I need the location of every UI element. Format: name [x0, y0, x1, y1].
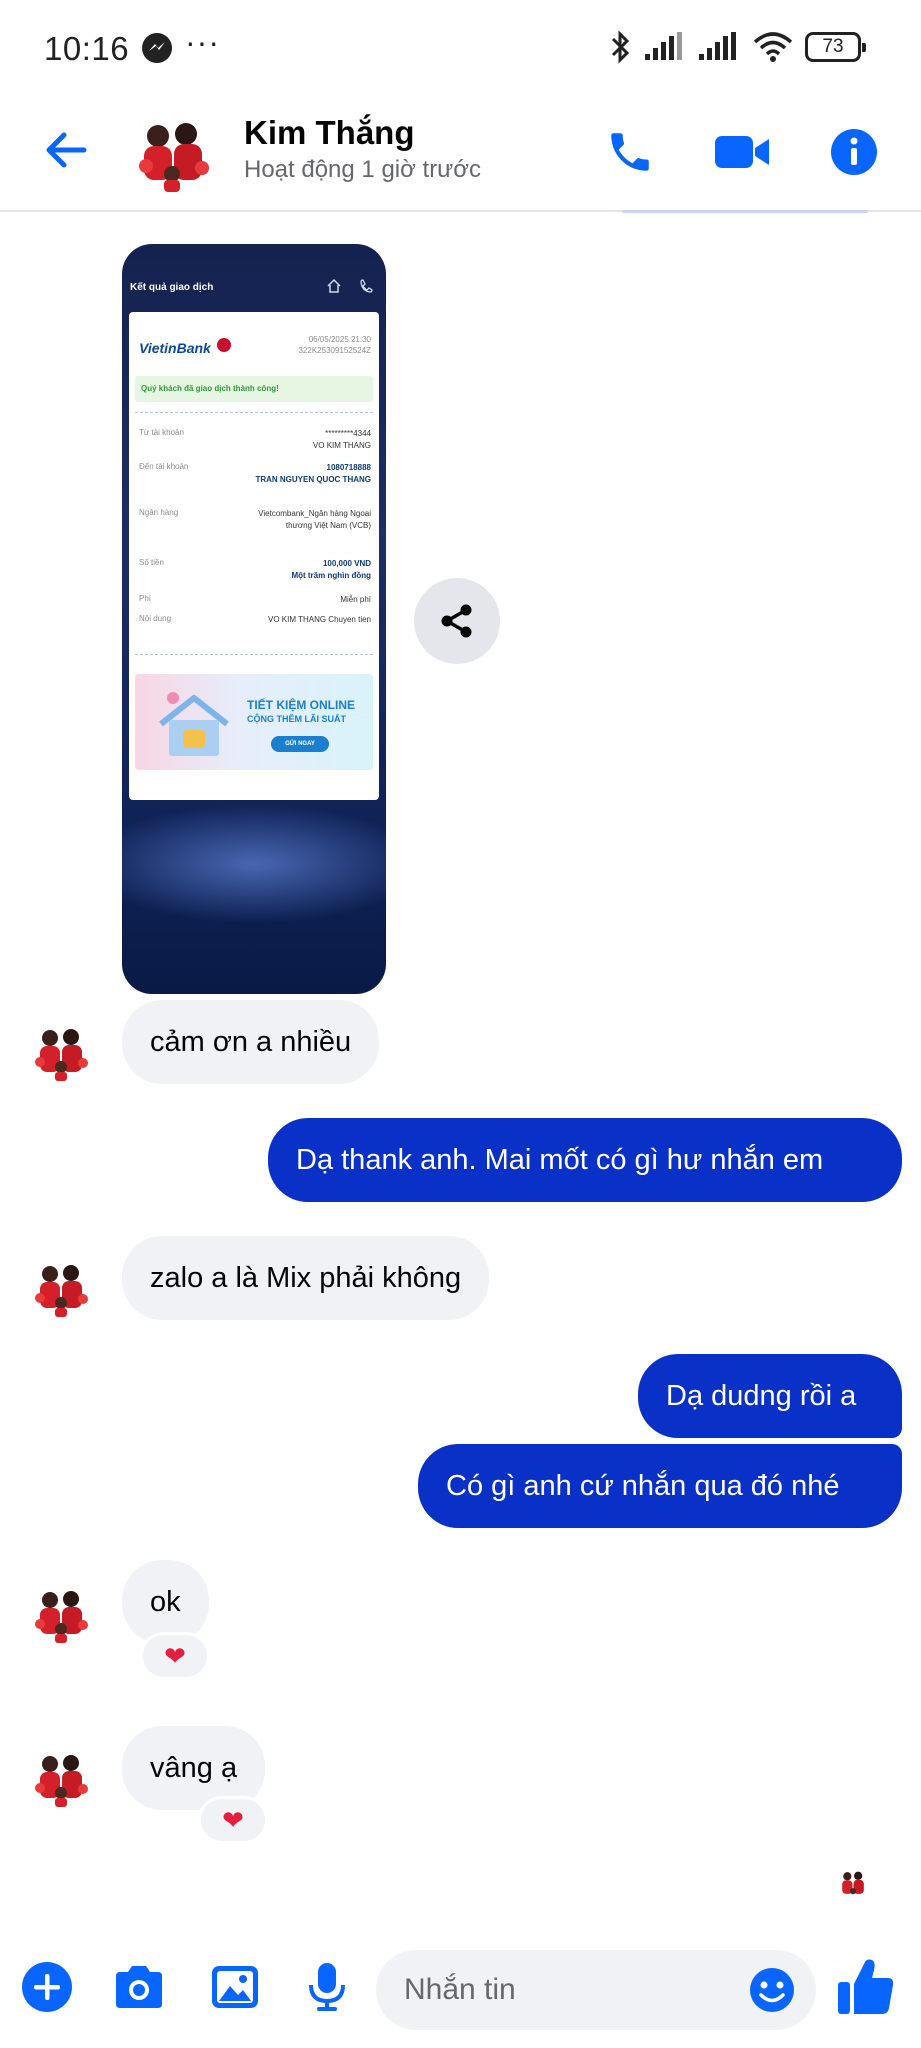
- camera-icon: [116, 1966, 162, 2008]
- message-text: Dạ dudng rồi a: [666, 1380, 857, 1412]
- voice-button[interactable]: [298, 1958, 356, 2016]
- emoji-icon[interactable]: [748, 1966, 796, 2014]
- row-label: Đến tài khoản: [139, 462, 189, 471]
- avatar[interactable]: [28, 1580, 94, 1646]
- call-button[interactable]: [598, 120, 662, 184]
- vietinbank-logo: VietinBank: [139, 340, 211, 356]
- messenger-icon: [142, 33, 172, 63]
- info-button[interactable]: [822, 120, 886, 184]
- share-button[interactable]: [414, 578, 500, 664]
- row-label: Ngân hàng: [139, 508, 179, 517]
- message-bubble-incoming[interactable]: cảm ơn a nhiều: [122, 1000, 380, 1084]
- vietinbank-logo-mark: [217, 338, 231, 352]
- heart-reaction[interactable]: ❤: [140, 1632, 210, 1680]
- row-value: *********4344 VO KIM THANG: [312, 429, 371, 450]
- heart-reaction[interactable]: ❤: [198, 1796, 268, 1844]
- status-time: 10:16: [44, 30, 130, 67]
- wifi-icon: [753, 32, 793, 62]
- avatar[interactable]: [130, 110, 216, 196]
- image-icon: [212, 1966, 258, 2008]
- more-notifications-icon: ···: [185, 24, 220, 60]
- bluetooth-icon: [611, 30, 630, 64]
- receipt-ref: 322K25309152524Z: [298, 346, 371, 355]
- row-label: Số tiền: [139, 558, 164, 567]
- message-text: ok: [150, 1586, 181, 1618]
- thumbs-up-icon[interactable]: [836, 1956, 896, 2018]
- signal-icon: [699, 32, 736, 60]
- avatar[interactable]: [28, 1018, 94, 1084]
- mic-icon: [309, 1963, 345, 2011]
- active-status: Hoạt động 1 giờ trước: [244, 156, 481, 183]
- video-icon: [715, 136, 769, 168]
- receipt-date: 06/05/2025 21:30 322K25309152524Z: [298, 334, 371, 356]
- banner-title: TIẾT KIỆM ONLINE: [247, 698, 355, 712]
- divider: [135, 412, 373, 413]
- back-arrow-icon: [46, 132, 87, 168]
- contact-name[interactable]: Kim Thắng: [244, 114, 415, 152]
- receipt-title: Kết quả giao dịch: [130, 282, 214, 293]
- row-value: 1080718888 TRAN NGUYEN QUOC THANG: [255, 463, 371, 484]
- row-label: Nội dung: [139, 614, 172, 623]
- battery-icon: 73: [805, 32, 866, 62]
- row-value: Vietcombank_Ngân hàng Ngoại thương Việt …: [258, 509, 371, 530]
- message-bubble-incoming[interactable]: zalo a là Mix phải không: [122, 1236, 490, 1320]
- piggy-house-icon: [159, 692, 229, 756]
- share-icon: [441, 604, 472, 638]
- gallery-button[interactable]: [206, 1958, 264, 2016]
- video-call-button[interactable]: [710, 120, 774, 184]
- more-actions-button[interactable]: [18, 1958, 76, 2016]
- divider: [135, 654, 373, 655]
- message-bubble-outgoing[interactable]: Dạ thank anh. Mai mốt có gì hư nhắn em: [268, 1118, 902, 1202]
- heart-icon: ❤: [164, 1640, 186, 1671]
- receipt-glow: [122, 804, 386, 924]
- seen-avatar: [836, 1866, 870, 1900]
- avatar[interactable]: [28, 1744, 94, 1810]
- composer-bar: [0, 1936, 921, 2048]
- scroll-indicator: [622, 210, 868, 213]
- savings-banner: TIẾT KIỆM ONLINE CỘNG THÊM LÃI SUẤT GỬI …: [135, 674, 373, 770]
- back-button[interactable]: [38, 122, 94, 178]
- message-bubble-outgoing[interactable]: Có gì anh cứ nhắn qua đó nhé: [418, 1444, 902, 1528]
- phone-icon: [611, 133, 649, 171]
- message-text: Có gì anh cứ nhắn qua đó nhé: [446, 1470, 840, 1502]
- receipt-card: VietinBank 06/05/2025 21:30 322K25309152…: [129, 312, 379, 800]
- message-text: vâng ạ: [150, 1752, 238, 1784]
- banner-subtitle: CỘNG THÊM LÃI SUẤT: [247, 714, 346, 724]
- row-label: Phí: [139, 594, 152, 603]
- banner-button: GỬI NGAY: [271, 736, 329, 752]
- row-value: Miễn phí: [340, 595, 371, 604]
- avatar[interactable]: [28, 1254, 94, 1320]
- row-value: VO KIM THANG Chuyen tien: [268, 615, 371, 624]
- camera-button[interactable]: [110, 1958, 168, 2016]
- plus-icon: [22, 1962, 72, 2012]
- receipt-image[interactable]: Kết quả giao dịch VietinBank 06/05/2025 …: [122, 244, 386, 994]
- receipt-top-bar: Kết quả giao dịch: [122, 244, 386, 308]
- message-text: Dạ thank anh. Mai mốt có gì hư nhắn em: [296, 1144, 824, 1176]
- support-icon: [360, 279, 373, 293]
- message-text: cảm ơn a nhiều: [150, 1026, 352, 1058]
- info-icon: [831, 129, 877, 175]
- receipt-datetime: 06/05/2025 21:30: [308, 335, 371, 344]
- message-text: zalo a là Mix phải không: [150, 1262, 462, 1294]
- chat-header: Kim Thắng Hoạt động 1 giờ trước: [0, 100, 921, 212]
- heart-icon: ❤: [222, 1804, 244, 1835]
- signal-icon: [645, 32, 682, 60]
- message-bubble-outgoing[interactable]: Dạ dudng rồi a: [638, 1354, 902, 1438]
- row-label: Từ tài khoản: [139, 428, 184, 437]
- row-value: 100,000 VND Một trăm nghìn đồng: [291, 559, 371, 580]
- receipt-success-text: Quý khách đã giao dịch thành công!: [135, 376, 373, 402]
- home-icon: [327, 278, 341, 293]
- status-bar: 10:16 ··· 73: [0, 0, 921, 100]
